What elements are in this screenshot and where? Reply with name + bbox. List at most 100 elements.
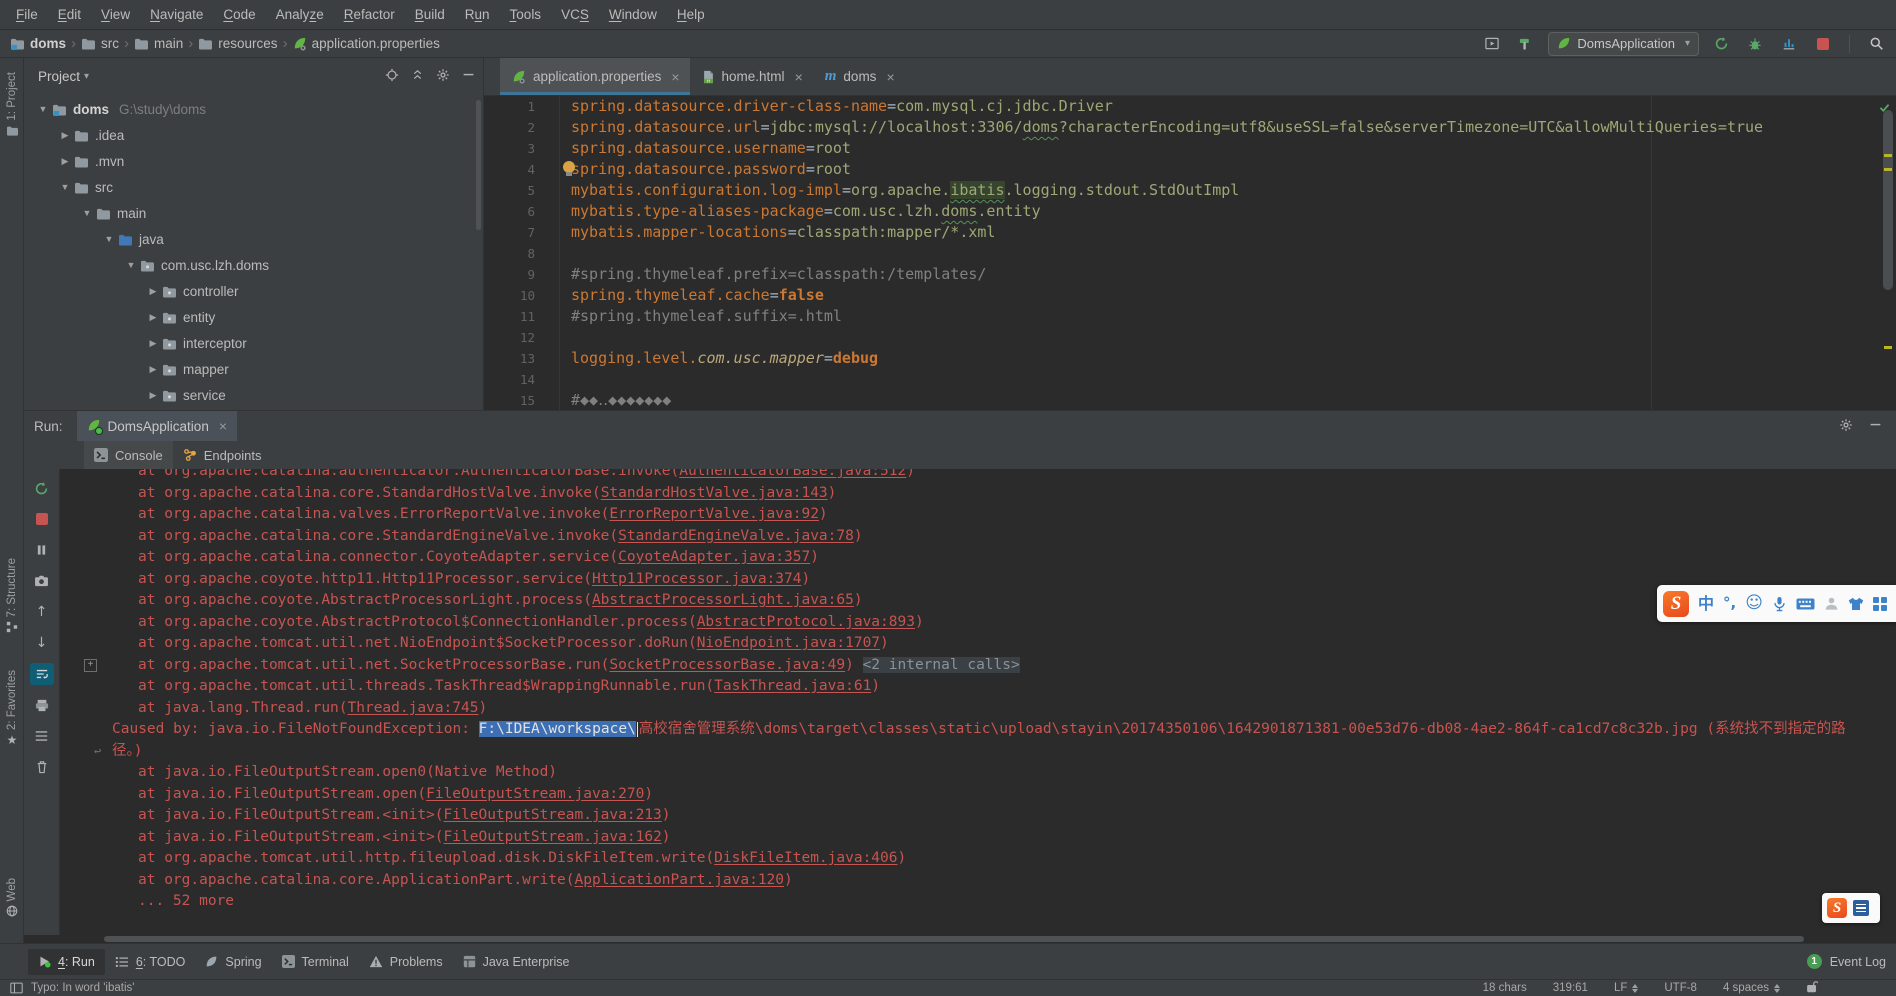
console-output[interactable]: at org.apache.catalina.authenticator.Aut… (60, 469, 1896, 935)
stop-icon-button[interactable] (30, 508, 54, 530)
stripe-button-2-favorites[interactable]: 2: Favorites ★ (0, 670, 24, 746)
stack-trace-link[interactable]: FileOutputStream.java:162 (444, 829, 662, 845)
project-tree-scrollbar[interactable] (476, 100, 481, 230)
stripe-button-web[interactable]: Web (0, 878, 24, 917)
chevron-expanded-icon[interactable]: ▼ (100, 234, 118, 244)
view-tab-endpoints[interactable]: Endpoints (173, 441, 272, 469)
breadcrumb-item-application-properties[interactable]: application.properties (293, 36, 440, 51)
stack-trace-link[interactable]: ApplicationPart.java:120 (575, 872, 785, 888)
tree-item-java[interactable]: ▼ java (24, 226, 483, 252)
close-icon[interactable]: × (795, 69, 803, 85)
project-panel-title[interactable]: Project (38, 69, 80, 84)
close-icon[interactable]: × (671, 69, 679, 85)
menu-item-tools[interactable]: Tools (500, 7, 552, 22)
stack-trace-link[interactable]: NioEndpoint.java:1707 (697, 635, 880, 651)
chevron-expanded-icon[interactable]: ▼ (78, 208, 96, 218)
tree-item-mapper[interactable]: ▶ mapper (24, 356, 483, 382)
stack-trace-link[interactable]: AbstractProtocol.java:893 (697, 614, 915, 630)
layout-icon-button[interactable] (30, 725, 54, 747)
tree-item-com-usc-lzh-doms[interactable]: ▼ com.usc.lzh.doms (24, 252, 483, 278)
chevron-collapsed-icon[interactable]: ▶ (144, 364, 162, 375)
stack-trace-link[interactable]: TaskThread.java:61 (714, 678, 871, 694)
breadcrumb-item-main[interactable]: main (134, 36, 183, 51)
stripe-button-7-structure[interactable]: 7: Structure (0, 558, 24, 633)
stack-trace-link[interactable]: FileOutputStream.java:213 (444, 807, 662, 823)
sogou-logo[interactable]: S (1663, 590, 1689, 617)
chevron-collapsed-icon[interactable]: ▶ (56, 130, 74, 141)
profiler-icon-button[interactable] (1777, 33, 1801, 55)
editor-tab-application-properties[interactable]: application.properties × (500, 58, 690, 95)
close-icon[interactable]: × (886, 69, 894, 85)
breadcrumb-item-resources[interactable]: resources (198, 36, 278, 51)
collapse-all-icon-button[interactable] (411, 68, 424, 84)
stack-trace-link[interactable]: DiskFileItem.java:406 (714, 850, 897, 866)
build-hammer-icon-button[interactable] (1514, 33, 1538, 55)
status-widget-18-chars[interactable]: 18 chars (1483, 982, 1527, 994)
stack-trace-link[interactable]: AbstractProcessorLight.java:65 (592, 592, 854, 608)
chevron-collapsed-icon[interactable]: ▶ (144, 312, 162, 323)
menu-item-vcs[interactable]: VCS (551, 7, 599, 22)
clear-icon-button[interactable] (30, 756, 54, 778)
toolwindow-button-problems[interactable]: Problems (359, 949, 453, 975)
run-configuration-combo[interactable]: DomsApplication ▾ (1548, 31, 1699, 56)
console-hscrollbar-thumb[interactable] (104, 936, 1804, 942)
menu-item-refactor[interactable]: Refactor (334, 7, 405, 22)
sogou-logo[interactable]: S (1827, 898, 1847, 918)
stack-trace-link[interactable]: Thread.java:745 (348, 700, 479, 716)
ime-menu-icon[interactable] (1853, 900, 1869, 916)
breadcrumb-item-src[interactable]: src (81, 36, 119, 51)
console-hscrollbar[interactable] (24, 935, 1896, 943)
editor-tab-home-html[interactable]: Hhome.html × (690, 58, 813, 95)
chevron-collapsed-icon[interactable]: ▶ (56, 156, 74, 167)
locate-icon-button[interactable] (385, 68, 399, 85)
tree-item-main[interactable]: ▼ main (24, 200, 483, 226)
menu-item-edit[interactable]: Edit (48, 7, 91, 22)
skin-icon-button[interactable] (1848, 597, 1864, 611)
stack-trace-link[interactable]: FileOutputStream.java:270 (426, 786, 644, 802)
stack-trace-link[interactable]: StandardEngineValve.java:78 (618, 528, 854, 544)
debug-icon-button[interactable] (1743, 33, 1767, 55)
chevron-expanded-icon[interactable]: ▼ (34, 104, 52, 114)
toolbox-icon-button[interactable] (1872, 596, 1887, 611)
softwrap-icon-button[interactable] (29, 663, 54, 685)
menu-item-run[interactable]: Run (455, 7, 500, 22)
stack-trace-link[interactable]: StandardHostValve.java:143 (601, 485, 828, 501)
account-icon-button[interactable] (1824, 596, 1839, 611)
tree-item--mvn[interactable]: ▶ .mvn (24, 148, 483, 174)
lock-toggle[interactable] (1806, 980, 1818, 996)
emoji-icon-button[interactable]: ☺ (1745, 595, 1763, 612)
tree-item-interceptor[interactable]: ▶ interceptor (24, 330, 483, 356)
camera-icon-button[interactable] (30, 570, 54, 592)
toolwindow-button-terminal[interactable]: Terminal (272, 949, 359, 975)
menu-item-window[interactable]: Window (599, 7, 667, 22)
sogou-ime-mini[interactable]: S (1822, 893, 1880, 923)
stack-trace-link[interactable]: AuthenticatorBase.java:512 (679, 469, 906, 479)
menu-item-code[interactable]: Code (213, 7, 265, 22)
view-tab-console[interactable]: Console (84, 441, 173, 469)
hide-icon-button[interactable] (462, 68, 475, 84)
status-widget-319-61[interactable]: 319:61 (1553, 982, 1588, 994)
chevron-collapsed-icon[interactable]: ▶ (144, 390, 162, 401)
intention-bulb-icon[interactable] (563, 161, 575, 176)
chinese-mode-icon-button[interactable]: 中 (1698, 595, 1714, 612)
status-widget-4-spaces[interactable]: 4 spaces (1723, 982, 1780, 994)
up-icon-button[interactable]: ↑ (30, 601, 54, 623)
event-log-widget[interactable]: 1 Event Log (1806, 954, 1886, 969)
mic-icon-button[interactable] (1772, 596, 1787, 612)
project-tree[interactable]: ▼ doms G:\study\doms ▶ .idea ▶ .mvn ▼ src ▼ main ▼ j… (24, 94, 483, 410)
print-icon-button[interactable] (30, 694, 54, 716)
fold-marker[interactable]: + (84, 658, 97, 672)
editor-content[interactable]: 1 spring.datasource.driver-class-name=com… (484, 96, 1896, 410)
editor-tab-doms[interactable]: m doms × (813, 58, 905, 95)
tree-item--idea[interactable]: ▶ .idea (24, 122, 483, 148)
preview-icon-button[interactable] (1480, 33, 1504, 55)
stack-trace-link[interactable]: Http11Processor.java:374 (592, 571, 802, 587)
run-config-tab[interactable]: DomsApplication × (76, 411, 238, 441)
status-widget-lf[interactable]: LF (1614, 982, 1639, 994)
chevron-collapsed-icon[interactable]: ▶ (144, 338, 162, 349)
tree-item-src[interactable]: ▼ src (24, 174, 483, 200)
stack-trace-link[interactable]: SocketProcessorBase.java:49 (609, 657, 845, 673)
tree-item-controller[interactable]: ▶ controller (24, 278, 483, 304)
toolwindow-button-4-run[interactable]: 4: Run (28, 948, 105, 975)
stop-icon-button[interactable] (1811, 33, 1835, 55)
